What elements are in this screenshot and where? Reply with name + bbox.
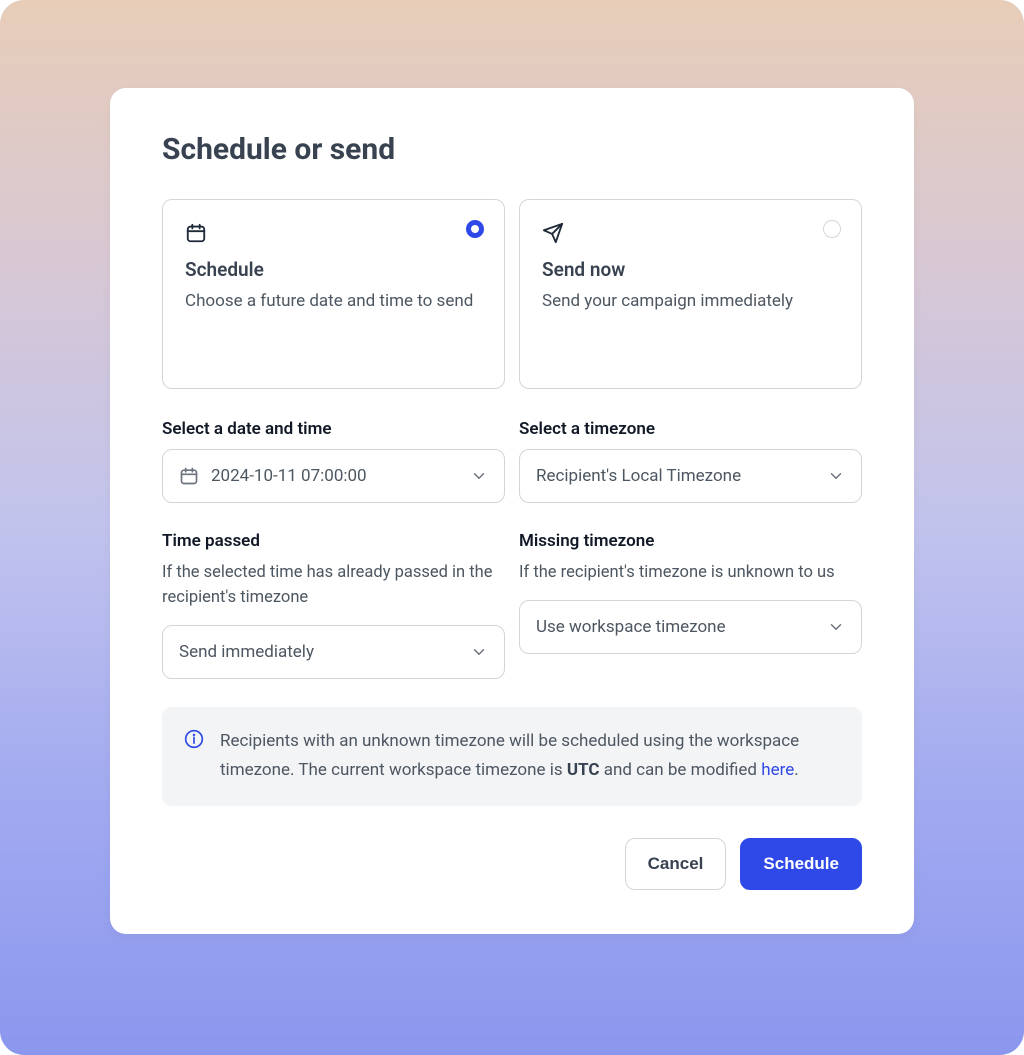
calendar-icon	[179, 466, 199, 486]
missing-timezone-sublabel: If the recipient's timezone is unknown t…	[519, 561, 862, 586]
info-tz: UTC	[567, 760, 600, 780]
option-schedule-title: Schedule	[185, 258, 482, 281]
option-send-now[interactable]: Send now Send your campaign immediately	[519, 199, 862, 389]
missing-timezone-label: Missing timezone	[519, 531, 862, 551]
option-send-now-title: Send now	[542, 258, 839, 281]
radio-unselected-icon	[823, 220, 841, 238]
chevron-down-icon	[470, 467, 488, 485]
time-passed-value: Send immediately	[179, 642, 470, 662]
info-banner: Recipients with an unknown timezone will…	[162, 707, 862, 807]
calendar-icon	[185, 222, 207, 244]
missing-timezone-col: Missing timezone If the recipient's time…	[519, 531, 862, 679]
info-text: Recipients with an unknown timezone will…	[220, 727, 840, 787]
time-passed-sublabel: If the selected time has already passed …	[162, 561, 505, 611]
time-passed-label: Time passed	[162, 531, 505, 551]
time-passed-select[interactable]: Send immediately	[162, 625, 505, 679]
fallback-row: Time passed If the selected time has alr…	[162, 531, 862, 679]
datetime-input[interactable]: 2024-10-11 07:00:00	[162, 449, 505, 503]
schedule-modal: Schedule or send Schedule Choose a futur…	[110, 88, 914, 934]
chevron-down-icon	[470, 643, 488, 661]
info-text-after: and can be modified	[599, 760, 761, 780]
chevron-down-icon	[827, 467, 845, 485]
send-options-row: Schedule Choose a future date and time t…	[162, 199, 862, 389]
schedule-button[interactable]: Schedule	[740, 838, 862, 890]
option-schedule-desc: Choose a future date and time to send	[185, 289, 482, 315]
timezone-col: Select a timezone Recipient's Local Time…	[519, 419, 862, 503]
missing-timezone-select[interactable]: Use workspace timezone	[519, 600, 862, 654]
modal-actions: Cancel Schedule	[162, 838, 862, 890]
missing-timezone-value: Use workspace timezone	[536, 617, 827, 637]
modal-title: Schedule or send	[162, 132, 862, 167]
datetime-timezone-row: Select a date and time 2024-10-11 07:00:…	[162, 419, 862, 503]
timezone-select[interactable]: Recipient's Local Timezone	[519, 449, 862, 503]
timezone-value: Recipient's Local Timezone	[536, 466, 827, 486]
send-icon	[542, 222, 564, 244]
datetime-label: Select a date and time	[162, 419, 505, 439]
info-period: .	[794, 760, 798, 780]
modal-backdrop: Schedule or send Schedule Choose a futur…	[0, 0, 1024, 1055]
info-link-here[interactable]: here	[761, 760, 794, 780]
datetime-col: Select a date and time 2024-10-11 07:00:…	[162, 419, 505, 503]
radio-selected-icon	[466, 220, 484, 238]
timezone-label: Select a timezone	[519, 419, 862, 439]
option-schedule[interactable]: Schedule Choose a future date and time t…	[162, 199, 505, 389]
chevron-down-icon	[827, 618, 845, 636]
cancel-button[interactable]: Cancel	[625, 838, 727, 890]
option-send-now-desc: Send your campaign immediately	[542, 289, 839, 315]
info-icon	[184, 729, 204, 749]
time-passed-col: Time passed If the selected time has alr…	[162, 531, 505, 679]
datetime-value: 2024-10-11 07:00:00	[211, 466, 470, 486]
